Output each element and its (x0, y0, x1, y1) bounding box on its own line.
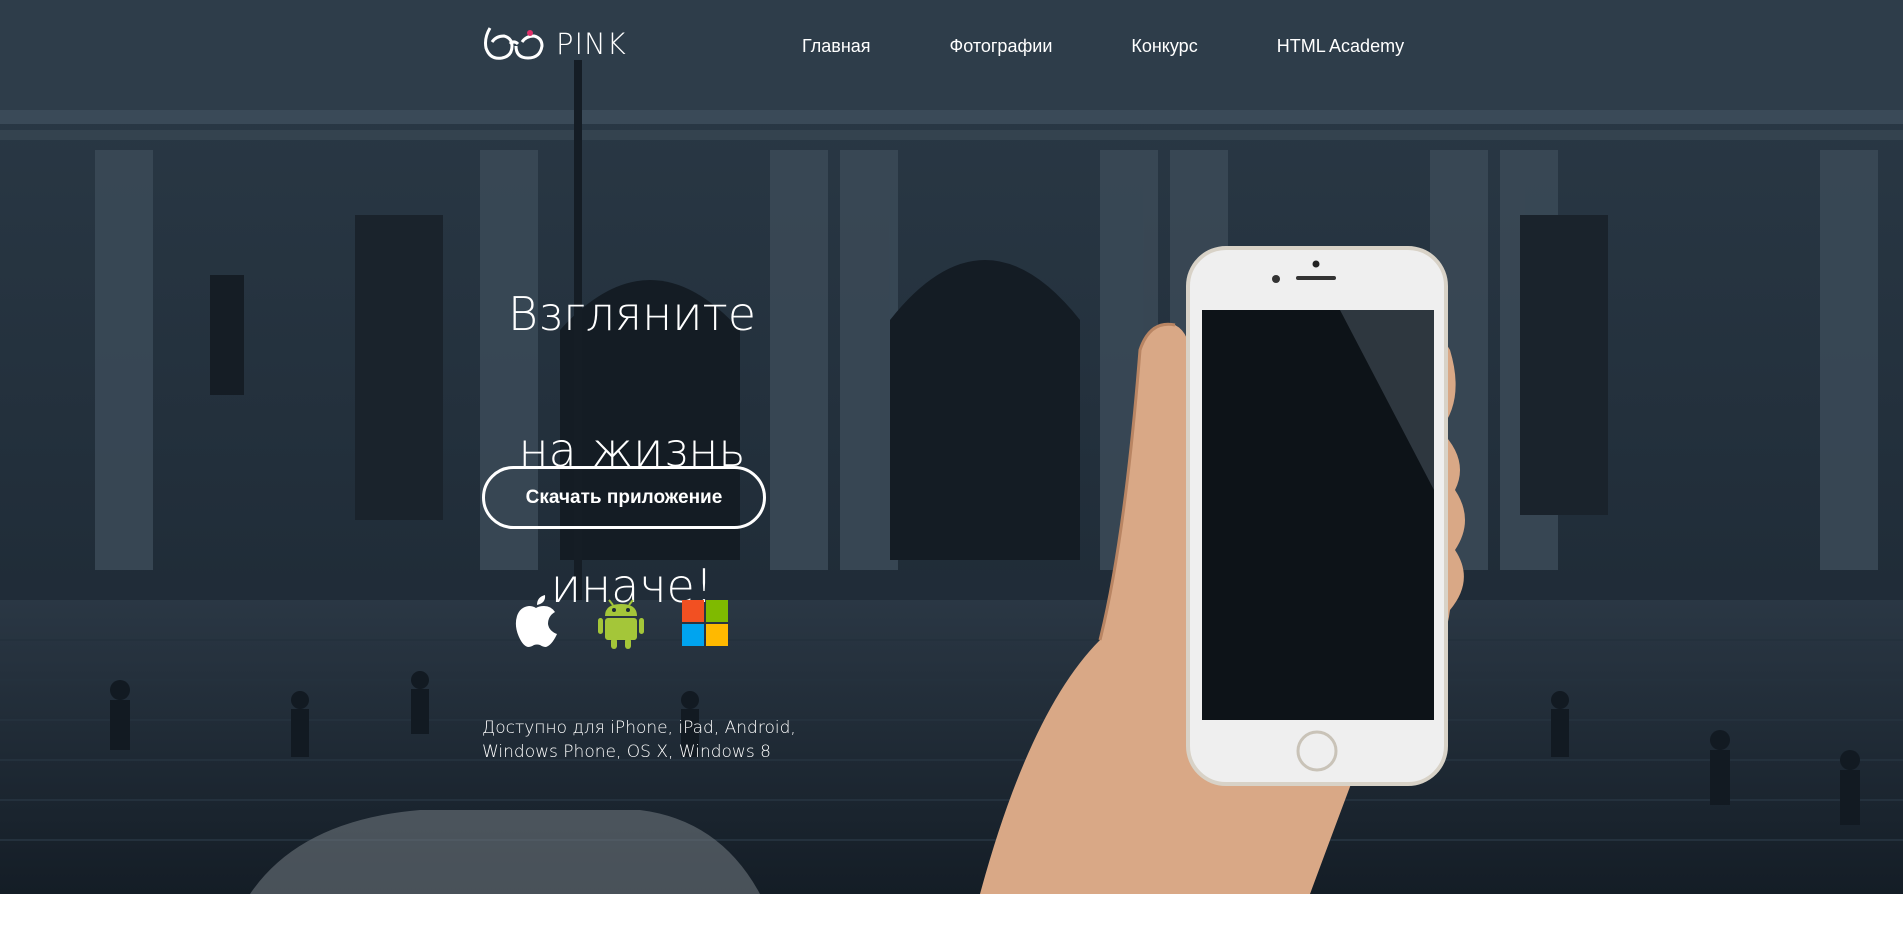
glasses-logo-icon (484, 27, 544, 60)
nav-item-contest[interactable]: Конкурс (1131, 36, 1197, 57)
hero-section: PINK Главная Фотографии Конкурс HTML Aca… (0, 0, 1903, 894)
site-header: PINK Главная Фотографии Конкурс HTML Aca… (482, 24, 1422, 72)
availability-text: Доступно для iPhone, iPad, Android, Wind… (482, 716, 802, 764)
platform-icons (512, 593, 730, 653)
main-nav: Главная Фотографии Конкурс HTML Academy (802, 36, 1483, 57)
nav-item-html-academy[interactable]: HTML Academy (1277, 36, 1404, 57)
windows-icon[interactable] (680, 593, 730, 653)
availability-line: Windows Phone, OS X, Windows 8 (482, 742, 771, 762)
android-icon[interactable] (596, 593, 646, 653)
logo-text: PINK (556, 27, 627, 61)
nav-item-photos[interactable]: Фотографии (950, 36, 1053, 57)
hero-title-line: Взгляните (507, 287, 757, 341)
download-app-button[interactable]: Скачать приложение (482, 466, 766, 529)
apple-icon[interactable] (512, 593, 562, 653)
nav-item-home[interactable]: Главная (802, 36, 871, 57)
availability-line: Доступно для iPhone, iPad, Android, (482, 718, 796, 738)
logo[interactable]: PINK (482, 24, 627, 64)
phone-in-hand-image (980, 246, 1465, 894)
